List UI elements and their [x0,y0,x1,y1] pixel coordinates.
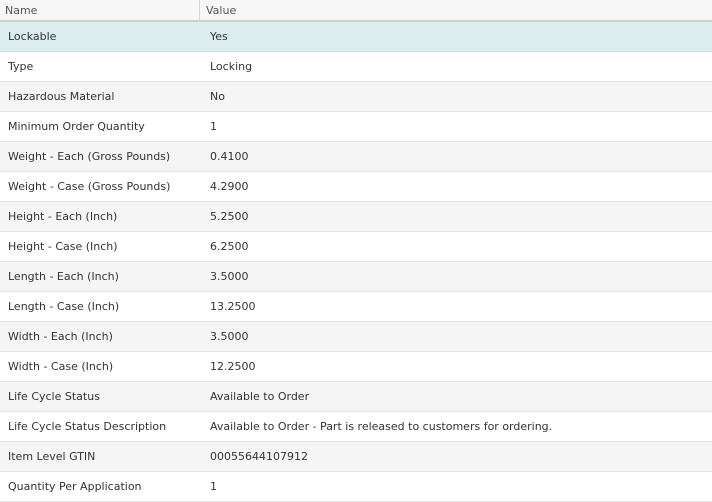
row-value-cell: No [210,90,225,103]
row-name-cell: Lockable [8,30,57,43]
row-value-cell: 1 [210,480,217,493]
column-header-name[interactable]: Name [0,0,200,20]
row-value-cell: 13.2500 [210,300,256,313]
row-value-cell: 4.2900 [210,180,249,193]
row-name-cell: Length - Case (Inch) [8,300,120,313]
row-value-cell: 3.5000 [210,330,249,343]
table-row[interactable]: Quantity Per Application 1 [0,472,712,502]
row-name-cell: Weight - Each (Gross Pounds) [8,150,171,163]
row-name-cell: Quantity Per Application [8,480,142,493]
table-row[interactable]: Life Cycle Status Description Available … [0,412,712,442]
row-name-cell: Life Cycle Status Description [8,420,167,433]
row-name-cell: Life Cycle Status [8,390,100,403]
row-name-cell: Minimum Order Quantity [8,120,145,133]
table-row[interactable]: Life Cycle Status Available to Order [0,382,712,412]
table-header: Name Value [0,0,712,22]
row-value-cell: 3.5000 [210,270,249,283]
table-row[interactable]: Hazardous Material No [0,82,712,112]
row-value-cell: 0.4100 [210,150,249,163]
row-name-cell: Weight - Case (Gross Pounds) [8,180,171,193]
table-row[interactable]: Width - Each (Inch) 3.5000 [0,322,712,352]
table-row[interactable]: Weight - Each (Gross Pounds) 0.4100 [0,142,712,172]
table-row[interactable]: Lockable Yes [0,22,712,52]
row-name-cell: Height - Case (Inch) [8,240,118,253]
table-row[interactable]: Width - Case (Inch) 12.2500 [0,352,712,382]
row-name-cell: Length - Each (Inch) [8,270,119,283]
row-value-cell: 5.2500 [210,210,249,223]
attributes-table: Name Value Lockable Yes Type Locking Haz… [0,0,712,502]
row-name-cell: Type [8,60,34,73]
row-name-cell: Hazardous Material [8,90,115,103]
column-header-value[interactable]: Value [200,0,712,20]
table-row[interactable]: Weight - Case (Gross Pounds) 4.2900 [0,172,712,202]
row-name-cell: Width - Each (Inch) [8,330,113,343]
row-value-cell: 12.2500 [210,360,256,373]
row-value-cell: 6.2500 [210,240,249,253]
table-row[interactable]: Type Locking [0,52,712,82]
table-row[interactable]: Item Level GTIN 00055644107912 [0,442,712,472]
row-value-cell: Locking [210,60,253,73]
row-value-cell: Yes [210,30,228,43]
table-row[interactable]: Height - Case (Inch) 6.2500 [0,232,712,262]
table-row[interactable]: Length - Case (Inch) 13.2500 [0,292,712,322]
row-name-cell: Item Level GTIN [8,450,96,463]
row-name-cell: Height - Each (Inch) [8,210,118,223]
row-value-cell: 1 [210,120,217,133]
table-row[interactable]: Length - Each (Inch) 3.5000 [0,262,712,292]
table-row[interactable]: Height - Each (Inch) 5.2500 [0,202,712,232]
row-name-cell: Width - Case (Inch) [8,360,114,373]
row-value-cell: 00055644107912 [210,450,308,463]
row-value-cell: Available to Order [210,390,310,403]
table-row[interactable]: Minimum Order Quantity 1 [0,112,712,142]
row-value-cell: Available to Order - Part is released to… [210,420,553,433]
